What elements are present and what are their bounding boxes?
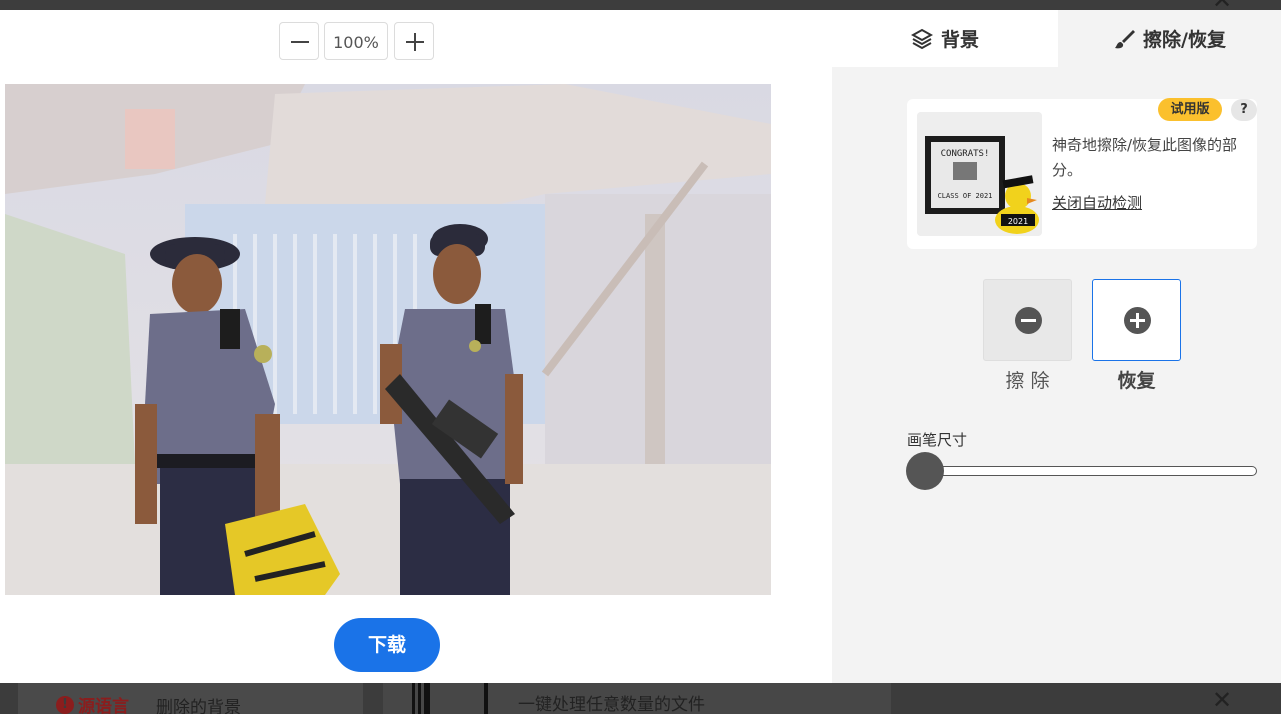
example-thumbnail: CONGRATS! CLASS OF 2021 2021 bbox=[917, 112, 1042, 236]
minus-circle-icon bbox=[1015, 307, 1042, 334]
tab-background[interactable]: 背景 bbox=[832, 10, 1058, 67]
erase-mode-label: 擦 除 bbox=[1005, 370, 1050, 392]
brush-size-handle[interactable] bbox=[906, 452, 944, 490]
svg-text:CLASS OF 2021: CLASS OF 2021 bbox=[938, 192, 993, 200]
brush-size-label: 画笔尺寸 bbox=[907, 431, 968, 449]
info-card: CONGRATS! CLASS OF 2021 2021 神奇地擦除/恢复此图像… bbox=[907, 99, 1257, 249]
brush-icon bbox=[1115, 29, 1136, 48]
svg-text:2021: 2021 bbox=[1008, 217, 1028, 226]
trial-badge: 试用版 bbox=[1158, 98, 1222, 121]
zoom-out-button[interactable] bbox=[279, 22, 319, 60]
close-icon: ✕ bbox=[1212, 686, 1233, 714]
background-warning: ! 源语言 bbox=[56, 692, 129, 714]
background-batch-text: 一键处理任意数量的文件 bbox=[518, 695, 705, 714]
canvas-pane: 100% 下载 bbox=[0, 10, 832, 683]
tab-erase-restore[interactable]: 擦除/恢复 bbox=[1058, 10, 1281, 67]
restore-mode-label: 恢复 bbox=[1117, 370, 1156, 392]
background-top-strip bbox=[0, 0, 1281, 10]
warning-icon: ! bbox=[56, 695, 74, 714]
info-description: 神奇地擦除/恢复此图像的部分。 bbox=[1052, 136, 1238, 179]
download-button[interactable]: 下载 bbox=[334, 618, 440, 672]
edited-photo[interactable] bbox=[5, 84, 771, 595]
zoom-level: 100% bbox=[324, 22, 388, 60]
background-warning-text: 源语言 bbox=[78, 697, 129, 714]
background-removed-label: 删除的背景 bbox=[156, 698, 241, 714]
restore-mode-button[interactable] bbox=[1092, 279, 1181, 361]
layers-icon bbox=[910, 28, 933, 49]
plus-circle-icon bbox=[1124, 307, 1151, 334]
svg-text:CONGRATS!: CONGRATS! bbox=[941, 149, 990, 159]
disable-auto-detect-link[interactable]: 关闭自动检测 bbox=[1052, 192, 1142, 213]
tab-background-label: 背景 bbox=[940, 29, 979, 51]
brush-size-slider[interactable] bbox=[907, 466, 1257, 476]
zoom-in-button[interactable] bbox=[394, 22, 434, 60]
tab-erase-restore-label: 擦除/恢复 bbox=[1143, 29, 1226, 51]
help-button[interactable]: ? bbox=[1231, 99, 1257, 121]
background-film-icon bbox=[412, 683, 492, 714]
erase-mode-button[interactable] bbox=[983, 279, 1072, 361]
minus-icon bbox=[291, 41, 309, 43]
